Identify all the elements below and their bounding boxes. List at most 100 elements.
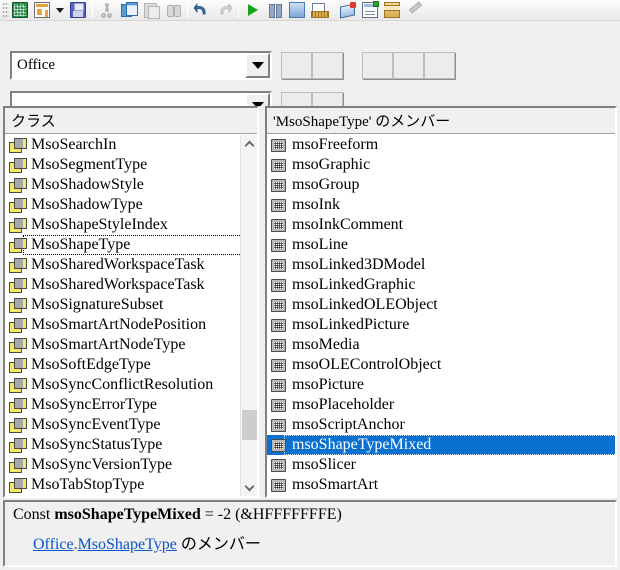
member-list-item[interactable]: msoLinkedGraphic — [267, 275, 615, 295]
member-list-item[interactable]: msoSmartArt — [267, 475, 615, 495]
member-list-item[interactable]: msoPicture — [267, 375, 615, 395]
paste-button[interactable] — [140, 0, 162, 20]
enum-icon — [9, 418, 27, 433]
const-value: -2 — [217, 506, 232, 523]
member-of-line: Office.MsoShapeType のメンバー — [33, 530, 261, 554]
save-button[interactable] — [67, 0, 89, 20]
member-list-item[interactable]: msoLinkedOLEObject — [267, 295, 615, 315]
member-list-item-label: msoPlaceholder — [292, 396, 395, 413]
go-back-button[interactable] — [281, 52, 312, 79]
classes-scrollbar[interactable] — [240, 135, 257, 496]
insert-userform-button[interactable] — [31, 0, 53, 20]
find-icon — [165, 2, 181, 18]
class-list-item-label: MsoSyncStatusType — [31, 436, 163, 453]
member-list-item[interactable]: msoShapeTypeMixed — [267, 435, 615, 455]
help-button[interactable] — [424, 52, 455, 79]
constant-icon — [271, 158, 286, 172]
class-list-item[interactable]: MsoSyncErrorType — [5, 395, 240, 415]
break-button[interactable] — [264, 0, 286, 20]
member-list-item[interactable]: msoLinked3DModel — [267, 255, 615, 275]
enum-icon — [9, 218, 27, 233]
redo-button[interactable] — [213, 0, 235, 20]
enum-icon — [9, 318, 27, 333]
class-list-item[interactable]: MsoShapeType — [5, 235, 240, 255]
member-list-item-label: msoPicture — [292, 376, 364, 393]
object-browser-button[interactable] — [381, 0, 403, 20]
constant-icon — [271, 438, 286, 452]
member-list-item[interactable]: msoLine — [267, 235, 615, 255]
member-list-item-label: msoShapeTypeMixed — [283, 435, 615, 455]
member-list-item[interactable]: msoLinkedPicture — [267, 315, 615, 335]
member-list-item[interactable]: msoScriptAnchor — [267, 415, 615, 435]
class-list-item-label: MsoSharedWorkspaceTask — [31, 276, 205, 293]
class-list-item[interactable]: MsoSyncVersionType — [5, 455, 240, 475]
view-definition-button[interactable] — [393, 52, 424, 79]
member-list-item-label: msoLinkedOLEObject — [292, 296, 438, 313]
class-list-item[interactable]: MsoSharedWorkspaceTask — [5, 255, 240, 275]
class-list-item[interactable]: MsoShadowType — [5, 195, 240, 215]
run-icon — [248, 4, 258, 16]
class-list-item[interactable]: MsoSearchIn — [5, 135, 240, 155]
enum-icon — [9, 458, 27, 473]
const-name: msoShapeTypeMixed — [54, 506, 201, 523]
enum-icon — [9, 238, 27, 253]
insert-dropdown-button[interactable] — [53, 0, 67, 20]
find-button[interactable] — [162, 0, 184, 20]
class-list-item[interactable]: MsoTabStopType — [5, 475, 240, 495]
class-list-item[interactable]: MsoSegmentType — [5, 155, 240, 175]
members-list[interactable]: msoFreeform msoGraphic msoGroup msoInk msoIn… — [267, 135, 615, 496]
toolbar-grip[interactable] — [2, 2, 9, 18]
member-list-item[interactable]: msoOLEControlObject — [267, 355, 615, 375]
class-list-item-label: MsoSharedWorkspaceTask — [31, 256, 205, 273]
scroll-up-button[interactable] — [241, 135, 257, 152]
members-pane: 'MsoShapeType' のメンバー msoFreeform msoGraph… — [265, 106, 617, 498]
design-mode-button[interactable] — [308, 0, 330, 20]
class-list-item[interactable]: MsoSyncEventType — [5, 415, 240, 435]
class-list-item[interactable]: MsoSharedWorkspaceTask — [5, 275, 240, 295]
scroll-down-button[interactable] — [241, 479, 257, 496]
cut-button[interactable] — [96, 0, 118, 20]
copy-to-clipboard-button[interactable] — [362, 52, 393, 79]
reset-icon — [289, 2, 305, 18]
member-list-item[interactable]: msoGroup — [267, 175, 615, 195]
copy-button[interactable] — [118, 0, 140, 20]
project-explorer-button[interactable] — [337, 0, 359, 20]
view-microsoft-excel-button[interactable] — [9, 0, 31, 20]
run-button[interactable] — [242, 0, 264, 20]
classes-list[interactable]: MsoSearchIn MsoSegmentType MsoShadowStyle M… — [5, 135, 240, 496]
enum-icon — [9, 398, 27, 413]
insert-dropdown-icon — [56, 7, 64, 13]
member-list-item[interactable]: msoInkComment — [267, 215, 615, 235]
member-list-item[interactable]: msoMedia — [267, 335, 615, 355]
scrollbar-thumb[interactable] — [242, 410, 257, 440]
class-list-item[interactable]: MsoSignatureSubset — [5, 295, 240, 315]
go-forward-button[interactable] — [312, 52, 343, 79]
member-list-item[interactable]: msoGraphic — [267, 155, 615, 175]
class-list-item-label: MsoSmartArtNodePosition — [31, 316, 207, 333]
class-list-item-label: MsoSignatureSubset — [31, 296, 164, 313]
class-list-item[interactable]: MsoShapeStyleIndex — [5, 215, 240, 235]
member-list-item[interactable]: msoPlaceholder — [267, 395, 615, 415]
class-list-item[interactable]: MsoShadowStyle — [5, 175, 240, 195]
properties-window-button[interactable] — [359, 0, 381, 20]
class-list-item[interactable]: MsoSoftEdgeType — [5, 355, 240, 375]
const-keyword: Const — [13, 506, 51, 523]
parent-class-link[interactable]: MsoShapeType — [78, 536, 177, 553]
toolbox-button[interactable] — [403, 0, 425, 20]
library-link[interactable]: Office — [33, 536, 74, 553]
save-icon — [70, 2, 86, 18]
member-list-item[interactable]: msoSlicer — [267, 455, 615, 475]
classes-pane-body: MsoSearchIn MsoSegmentType MsoShadowStyle M… — [5, 135, 257, 496]
enum-icon — [9, 378, 27, 393]
reset-button[interactable] — [286, 0, 308, 20]
constant-icon — [271, 338, 286, 352]
class-list-item[interactable]: MsoSmartArtNodeType — [5, 335, 240, 355]
undo-button[interactable] — [191, 0, 213, 20]
class-list-item[interactable]: MsoSyncStatusType — [5, 435, 240, 455]
class-list-item[interactable]: MsoSyncConflictResolution — [5, 375, 240, 395]
class-list-item[interactable]: MsoSmartArtNodePosition — [5, 315, 240, 335]
library-combobox-dropdown-icon[interactable] — [245, 53, 270, 78]
library-combobox[interactable]: Office — [10, 51, 272, 80]
member-list-item[interactable]: msoFreeform — [267, 135, 615, 155]
member-list-item[interactable]: msoInk — [267, 195, 615, 215]
